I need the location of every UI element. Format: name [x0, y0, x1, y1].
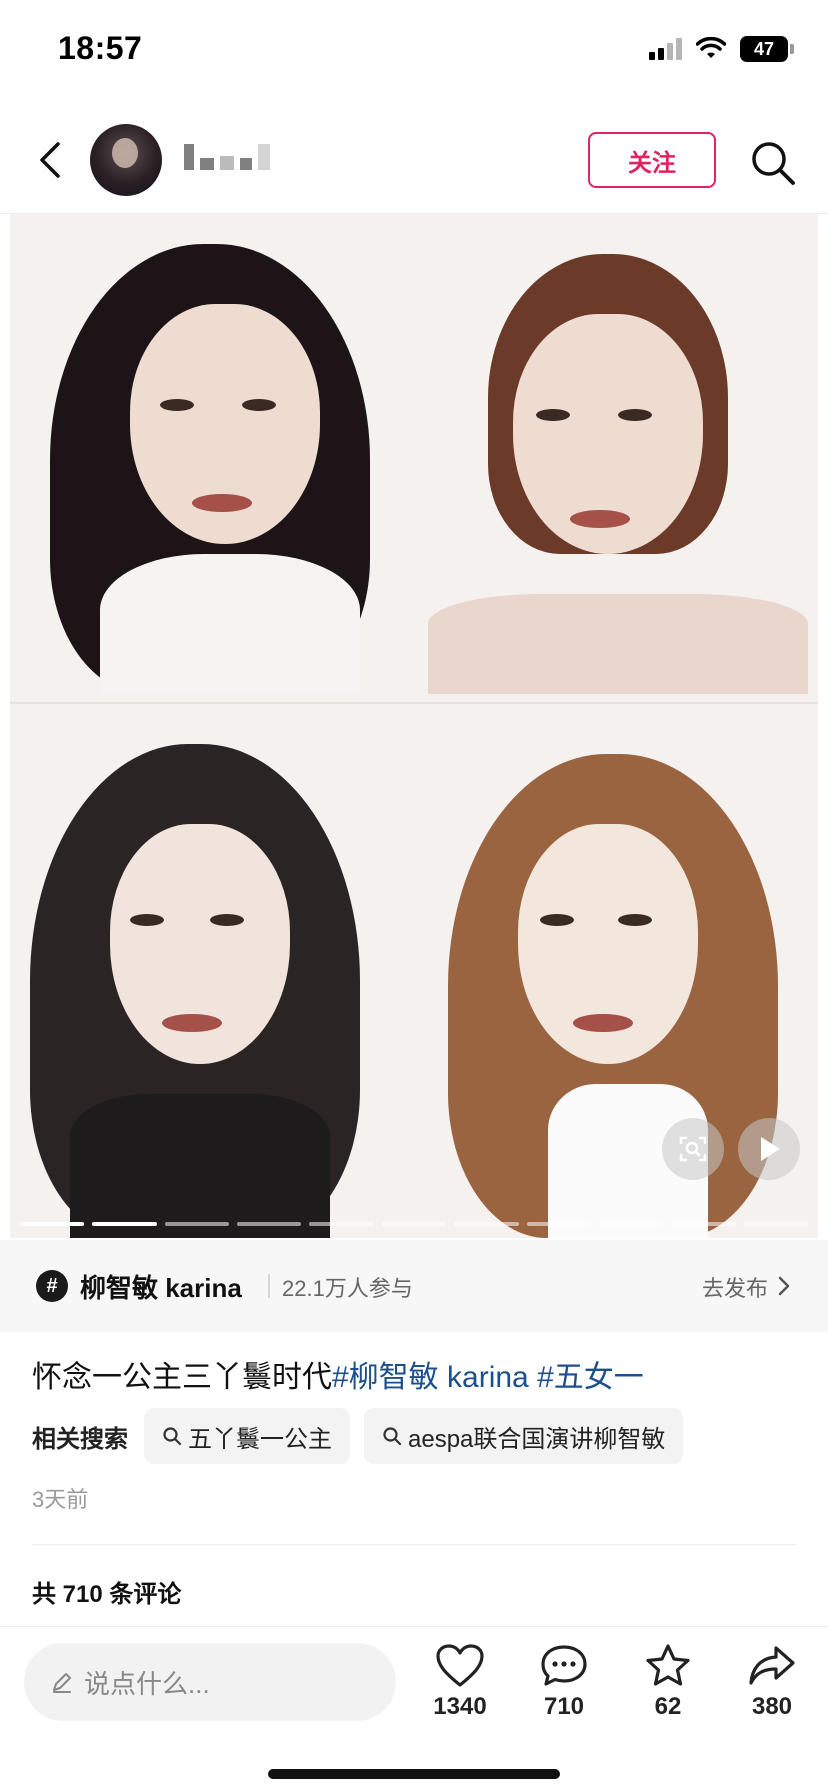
related-searches: 相关搜索 五丫鬟一公主 aespa联合国演讲柳智敏 [32, 1408, 684, 1464]
topic-bar[interactable]: # 柳智敏 karina 22.1万人参与 去发布 [0, 1240, 828, 1332]
related-label: 相关搜索 [32, 1425, 128, 1453]
grid-divider [10, 702, 818, 704]
play-icon[interactable] [738, 1118, 800, 1180]
comment-count: 710 [543, 1693, 585, 1720]
image-search-icon[interactable] [662, 1118, 724, 1180]
hashtag-icon: # [36, 1270, 68, 1302]
search-icon [383, 1427, 402, 1446]
search-icon [163, 1427, 182, 1446]
portrait-top-right [428, 214, 818, 694]
signal-icon [649, 38, 682, 60]
comment-total: 共 710 条评论 [32, 1581, 182, 1608]
status-icons: 47 [649, 36, 794, 62]
post-time: 3天前 [32, 1487, 89, 1512]
heart-icon [436, 1644, 484, 1687]
like-button[interactable]: 1340 [420, 1643, 500, 1721]
battery-icon: 47 [740, 36, 788, 62]
share-icon [749, 1646, 795, 1685]
related-search-chip[interactable]: aespa联合国演讲柳智敏 [364, 1408, 684, 1464]
search-icon[interactable] [748, 138, 798, 188]
comment-placeholder: 说点什么... [84, 1668, 210, 1699]
related-search-text: aespa联合国演讲柳智敏 [408, 1425, 666, 1453]
related-search-chip[interactable]: 五丫鬟一公主 [144, 1408, 350, 1464]
home-indicator [268, 1769, 560, 1779]
avatar[interactable] [90, 124, 162, 196]
comment-button[interactable]: 710 [524, 1643, 604, 1721]
topic-participants: 22.1万人参与 [282, 1276, 413, 1301]
topic-divider [268, 1274, 270, 1298]
comment-icon [541, 1645, 587, 1686]
follow-button[interactable]: 关注 [588, 132, 716, 188]
caption-text: 怀念一公主三丫鬟时代 [32, 1361, 332, 1394]
publish-link[interactable]: 去发布 [702, 1271, 768, 1303]
hashtag-link[interactable]: #柳智敏 karina [332, 1361, 529, 1394]
carousel-progress [20, 1222, 808, 1226]
portrait-top-left [10, 214, 400, 694]
favorite-button[interactable]: 62 [628, 1643, 708, 1721]
topic-name[interactable]: 柳智敏 karina [80, 1268, 242, 1305]
bottom-action-bar: 说点什么... 1340 710 62 380 [0, 1626, 828, 1792]
hashtag-link[interactable]: #五女一 [537, 1361, 644, 1394]
chevron-right-icon [778, 1276, 790, 1296]
status-bar: 18:57 47 [0, 0, 828, 100]
share-button[interactable]: 380 [732, 1643, 812, 1721]
star-icon [646, 1644, 690, 1686]
post-caption: 怀念一公主三丫鬟时代#柳智敏 karina #五女一 [32, 1352, 644, 1396]
favorite-count: 62 [654, 1693, 682, 1720]
like-count: 1340 [433, 1693, 487, 1720]
status-time: 18:57 [58, 30, 143, 66]
profile-header: 关注 [0, 110, 828, 214]
back-icon[interactable] [30, 138, 74, 182]
comment-input[interactable]: 说点什么... [24, 1643, 396, 1721]
portrait-bottom-left [10, 714, 400, 1238]
post-image[interactable] [10, 214, 818, 1238]
username-redacted[interactable] [184, 144, 270, 170]
pencil-icon [53, 1673, 71, 1693]
wifi-icon [696, 37, 726, 58]
share-count: 380 [751, 1693, 793, 1720]
divider [32, 1544, 796, 1545]
related-search-text: 五丫鬟一公主 [188, 1425, 332, 1453]
